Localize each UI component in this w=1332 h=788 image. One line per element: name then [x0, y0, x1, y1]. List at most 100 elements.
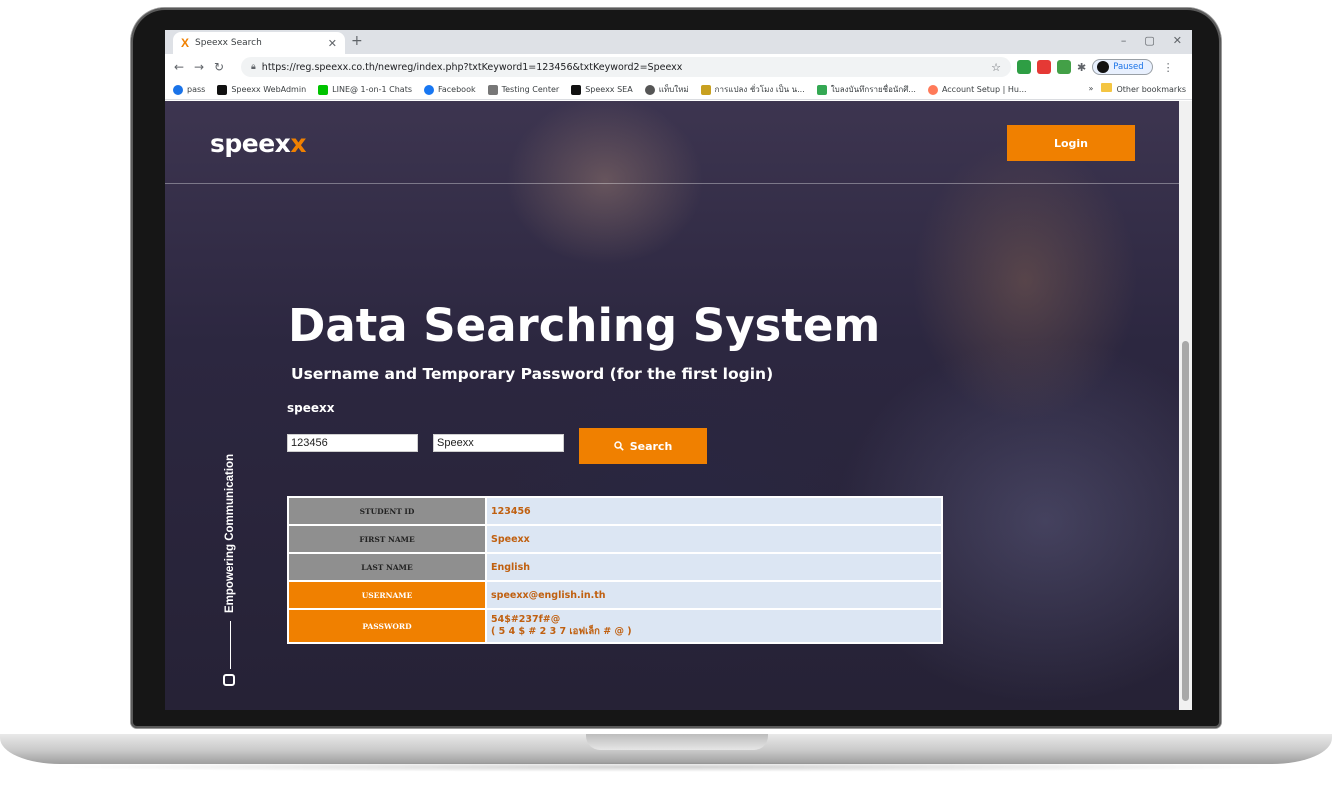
login-button[interactable]: Login [1007, 125, 1135, 161]
bookmark-label: Account Setup | Hu... [941, 85, 1027, 94]
globe-icon [644, 84, 655, 95]
bookmark-item[interactable]: pass [173, 84, 206, 95]
password-spelled: ( 5 4 $ # 2 3 7 เอฟเล็ก # @ ) [491, 626, 632, 637]
laptop-shadow [40, 762, 1292, 772]
bookmark-star-icon[interactable]: ☆ [991, 61, 1001, 74]
first-name-label: FIRST NAME [287, 524, 487, 554]
bookmark-label: Speexx WebAdmin [231, 85, 307, 94]
back-arrow-icon[interactable]: ← [169, 60, 189, 74]
username-value: speexx@english.in.th [485, 580, 943, 610]
browser-toolbar: ← → ↻ 🔒︎ https://reg.speexx.co.th/newreg… [165, 54, 1192, 80]
bookmark-item[interactable]: แท็บใหม่ [644, 83, 689, 96]
header-divider [165, 183, 1179, 184]
lock-icon: 🔒︎ [251, 62, 256, 72]
bookmark-item[interactable]: Speexx SEA [571, 84, 633, 95]
close-window-button[interactable]: ✕ [1173, 34, 1182, 47]
table-row: USERNAME speexx@english.in.th [287, 580, 943, 610]
result-table: STUDENT ID 123456 FIRST NAME Speexx LAST… [287, 496, 943, 644]
bookmark-item[interactable]: Testing Center [487, 84, 560, 95]
tab-close-icon[interactable]: ✕ [328, 37, 337, 50]
search-button[interactable]: Search [579, 428, 707, 464]
password-label: PASSWORD [287, 608, 487, 644]
speexx-logo[interactable]: speexx [210, 129, 306, 158]
browser-tab-strip: X Speexx Search ✕ + – ▢ ✕ [165, 30, 1192, 54]
google-drive-icon [816, 84, 827, 95]
student-id-label: STUDENT ID [287, 496, 487, 526]
bookmark-label: แท็บใหม่ [658, 85, 689, 94]
search-button-label: Search [629, 439, 673, 453]
bookmark-item[interactable]: LINE@ 1-on-1 Chats [318, 84, 413, 95]
speexx-icon [217, 84, 228, 95]
bookmarks-overflow-button[interactable]: » [1089, 84, 1094, 93]
maximize-button[interactable]: ▢ [1144, 34, 1154, 47]
password-value: 54$#237f#@ [491, 614, 561, 625]
browser-menu-icon[interactable]: ⋮ [1163, 61, 1174, 74]
bookmark-item[interactable]: การแปลง ชั่วโมง เป็น น... [700, 83, 805, 96]
plus-icon [571, 84, 582, 95]
forward-arrow-icon[interactable]: → [189, 60, 209, 74]
logo-accent: x [290, 129, 306, 158]
page-title: Data Searching System [288, 299, 881, 352]
profile-button[interactable]: Paused [1092, 59, 1153, 75]
bookmark-label: pass [187, 85, 206, 94]
extensions-puzzle-icon[interactable]: ✱ [1077, 61, 1086, 74]
address-bar[interactable]: 🔒︎ https://reg.speexx.co.th/newreg/index… [241, 57, 1011, 77]
bookmark-item[interactable]: ใบลงบันทึกรายชื่อนักศึ... [816, 83, 916, 96]
username-label: USERNAME [287, 580, 487, 610]
video-extension-icon[interactable] [1037, 60, 1051, 74]
bookmark-label: Facebook [438, 85, 476, 94]
url-text: https://reg.speexx.co.th/newreg/index.ph… [261, 61, 683, 73]
tab-title: Speexx Search [195, 38, 262, 48]
logo-text: speex [210, 129, 291, 158]
search-icon [613, 441, 624, 451]
bookmark-label: การแปลง ชั่วโมง เป็น น... [714, 85, 805, 94]
page-scrollbar[interactable] [1179, 101, 1192, 710]
bookmarks-right: » Other bookmarks [1088, 83, 1186, 94]
gear-icon [173, 84, 183, 95]
bookmark-label: Speexx SEA [585, 85, 633, 94]
dictionary-extension-icon[interactable] [1057, 60, 1071, 74]
tagline-line [230, 621, 231, 669]
other-bookmarks-label: Other bookmarks [1116, 85, 1186, 94]
bookmark-item[interactable]: Speexx WebAdmin [217, 84, 307, 95]
first-name-value: Speexx [485, 524, 943, 554]
browser-tab[interactable]: X Speexx Search ✕ [173, 32, 345, 54]
bookmarks-bar: pass Speexx WebAdmin LINE@ 1-on-1 Chats … [165, 80, 1192, 100]
page-content: speexx Login Data Searching System Usern… [165, 101, 1179, 710]
password-cell: 54$#237f#@ ( 5 4 $ # 2 3 7 เอฟเล็ก # @ ) [485, 608, 943, 644]
laptop-screen: X Speexx Search ✕ + – ▢ ✕ ← → ↻ 🔒︎ https… [165, 30, 1192, 710]
scrollbar-thumb[interactable] [1182, 341, 1189, 701]
table-row: LAST NAME English [287, 552, 943, 582]
laptop-notch [586, 734, 768, 750]
testing-center-icon [487, 84, 498, 95]
hubspot-icon [927, 84, 938, 95]
form-label: speexx [287, 401, 335, 415]
table-row: PASSWORD 54$#237f#@ ( 5 4 $ # 2 3 7 เอฟเ… [287, 608, 943, 644]
bookmark-label: Testing Center [501, 85, 560, 94]
student-id-input[interactable] [287, 434, 418, 452]
name-input[interactable] [433, 434, 564, 452]
window-controls: – ▢ ✕ [1121, 34, 1182, 47]
bookmark-item[interactable]: Facebook [424, 84, 476, 95]
line-icon [318, 84, 329, 95]
other-bookmarks[interactable]: Other bookmarks [1101, 83, 1186, 94]
last-name-label: LAST NAME [287, 552, 487, 582]
page-subtitle: Username and Temporary Password (for the… [291, 365, 774, 383]
minimize-button[interactable]: – [1121, 34, 1127, 47]
reload-icon[interactable]: ↻ [209, 60, 229, 74]
tagline-vertical: Empowering Communication [224, 453, 236, 613]
table-row: FIRST NAME Speexx [287, 524, 943, 554]
folder-icon [1101, 83, 1113, 92]
bookmark-label: LINE@ 1-on-1 Chats [332, 85, 413, 94]
line-extension-icon[interactable] [1017, 60, 1031, 74]
scroll-indicator-icon[interactable] [223, 674, 235, 686]
bookmark-item[interactable]: Account Setup | Hu... [927, 84, 1027, 95]
profile-status: Paused [1113, 62, 1144, 72]
table-row: STUDENT ID 123456 [287, 496, 943, 526]
avatar [1097, 61, 1110, 73]
extension-icons: ✱ Paused ⋮ [1017, 59, 1174, 75]
facebook-icon [424, 84, 435, 95]
converter-icon [700, 84, 711, 95]
speexx-favicon-icon: X [181, 36, 190, 50]
new-tab-button[interactable]: + [351, 33, 363, 49]
